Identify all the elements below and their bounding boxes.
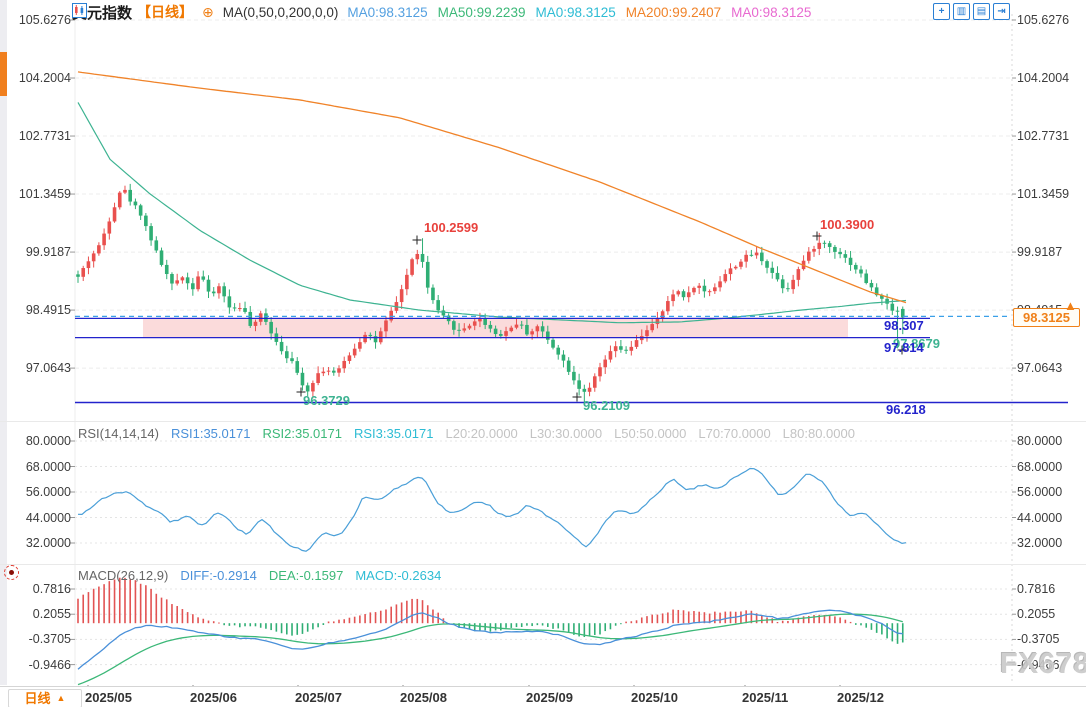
price-axis-label-right: 105.6276 [1017,13,1069,27]
chart-toolbar: +▥▤⇥ [933,3,1010,20]
macd-settings-icon[interactable] [4,565,19,580]
timeframe-tag[interactable]: 【日线】 [137,2,193,22]
price-axis-label-left: 105.6276 [19,13,71,27]
price-annotation: 96.218 [886,403,926,417]
rsi-header: RSI(14,14,14) RSI1:35.0171 RSI2:35.0171 RSI… [78,426,855,441]
rsi-header-item: L30:30.0000 [530,426,602,441]
date-label: 2025/06 [190,690,237,705]
ma-value-label: MA0:98.3125 [731,5,811,20]
ma-settings-label: MA(0,50,0,200,0,0) [223,5,339,20]
macd-axis-label-left: -0.9466 [29,658,71,672]
rsi-header-item: L50:50.0000 [614,426,686,441]
indicator-list-icon[interactable]: ▤ [973,3,990,20]
date-label: 2025/12 [837,690,884,705]
rsi-header-item: RSI(14,14,14) [78,426,159,441]
rsi-header-item: RSI3:35.0171 [354,426,434,441]
rsi-header-item: L70:70.0000 [698,426,770,441]
macd-axis-label-right: 0.7816 [1017,582,1055,596]
current-price-value: 98.3125 [1023,310,1070,325]
macd-axis-label-left: -0.3705 [29,632,71,646]
date-label: 2025/05 [85,690,132,705]
rsi-axis-label-left: 32.0000 [26,536,71,550]
rsi-axis-label-left: 68.0000 [26,460,71,474]
price-axis-label-right: 104.2004 [1017,71,1069,85]
rsi-axis-label-right: 44.0000 [1017,511,1062,525]
price-annotation: 97.814 [884,341,924,355]
chart-header: 美元指数 【日线】 ⊕ MA(0,50,0,200,0,0) MA0:98.31… [72,3,811,21]
rsi-axis-label-right: 80.0000 [1017,434,1062,448]
rsi-header-item: L20:20.0000 [445,426,517,441]
price-axis-label-left: 98.4915 [26,303,71,317]
pan-icon[interactable]: + [933,3,950,20]
date-label: 2025/07 [295,690,342,705]
ma-value-label: MA0:98.3125 [535,5,615,20]
rsi-axis-label-left: 80.0000 [26,434,71,448]
price-axis-label-right: 97.0643 [1017,361,1062,375]
macd-axis-label-right: -0.3705 [1017,632,1059,646]
rsi-header-item: L80:80.0000 [783,426,855,441]
macd-header-item: DEA:-0.1597 [269,568,343,583]
price-axis-label-left: 99.9187 [26,245,71,259]
macd-header-item: MACD:-0.2634 [355,568,441,583]
rsi-axis-label-right: 32.0000 [1017,536,1062,550]
watermark: FX678 [1000,648,1086,681]
ma-value-label: MA50:99.2239 [438,5,526,20]
price-axis-label-left: 97.0643 [26,361,71,375]
rsi-axis-label-left: 44.0000 [26,511,71,525]
macd-axis-label-left: 0.7816 [33,582,71,596]
price-axis-label-right: 101.3459 [1017,187,1069,201]
chart-application: 美元指数 【日线】 ⊕ MA(0,50,0,200,0,0) MA0:98.31… [0,0,1086,707]
date-label: 2025/09 [526,690,573,705]
indicator-window-icon[interactable]: ▥ [953,3,970,20]
timeframe-button[interactable]: 日线 ▲ [8,689,82,707]
time-axis-bar: 日线 ▲ 2025/05 2025/06 2025/07 2025/08 2025/09… [0,686,1086,707]
price-annotation: 96.3729 [303,394,350,408]
rsi-header-item: RSI1:35.0171 [171,426,251,441]
ma-values: MA0:98.3125 MA50:99.2239 MA0:98.3125 MA200:… [347,5,811,20]
chart-style-icon[interactable] [72,3,87,18]
rsi-axis-label-left: 56.0000 [26,485,71,499]
timeframe-button-label: 日线 [25,692,51,705]
ma-value-label: MA200:99.2407 [626,5,721,20]
price-axis-label-left: 102.7731 [19,129,71,143]
macd-header-item: MACD(26,12,9) [78,568,168,583]
date-label: 2025/10 [631,690,678,705]
collapse-panel-icon[interactable]: ⇥ [993,3,1010,20]
ma-value-label: MA0:98.3125 [347,5,427,20]
price-up-arrow-icon: ▲ [1064,298,1077,313]
triangle-up-icon: ▲ [57,694,66,703]
price-axis-label-right: 102.7731 [1017,129,1069,143]
rsi-axis-label-right: 56.0000 [1017,485,1062,499]
date-label: 2025/11 [742,690,788,705]
price-axis-label-left: 101.3459 [19,187,71,201]
rsi-axis-label-right: 68.0000 [1017,460,1062,474]
macd-axis-label-right: 0.2055 [1017,607,1055,621]
macd-header-item: DIFF:-0.2914 [180,568,257,583]
price-annotation: 96.2109 [583,399,630,413]
date-label: 2025/08 [400,690,447,705]
price-annotation: 98.307 [884,319,924,333]
price-annotation: 100.3900 [820,218,874,232]
price-axis-label-left: 104.2004 [19,71,71,85]
price-annotation: 100.2599 [424,221,478,235]
rsi-header-item: RSI2:35.0171 [262,426,342,441]
macd-axis-label-left: 0.2055 [33,607,71,621]
price-axis-label-right: 99.9187 [1017,245,1062,259]
add-overlay-icon[interactable]: ⊕ [202,5,214,19]
macd-header: MACD(26,12,9) DIFF:-0.2914 DEA:-0.1597 MACD… [78,568,441,583]
